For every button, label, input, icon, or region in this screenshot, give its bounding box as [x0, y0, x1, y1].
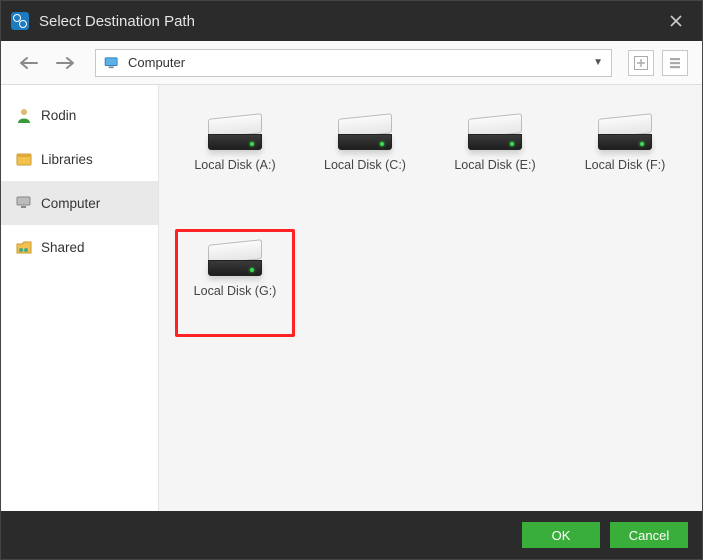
sidebar-item-rodin[interactable]: Rodin [1, 93, 158, 137]
path-box[interactable]: Computer ▼ [95, 49, 612, 77]
drive-item[interactable]: Local Disk (C:) [305, 103, 425, 211]
arrow-left-icon [19, 56, 39, 70]
chevron-down-icon[interactable]: ▼ [593, 57, 603, 68]
computer-small-icon [15, 194, 33, 212]
sidebar: Rodin Libraries Computer Shared [1, 85, 159, 511]
dialog-window: Select Destination Path Computer ▼ [0, 0, 703, 560]
content-area: Local Disk (A:) Local Disk (C:) Local Di… [159, 85, 702, 511]
sidebar-item-label: Computer [41, 196, 100, 211]
sidebar-item-shared[interactable]: Shared [1, 225, 158, 269]
libraries-icon [15, 150, 33, 168]
sidebar-item-libraries[interactable]: Libraries [1, 137, 158, 181]
user-icon [15, 106, 33, 124]
close-button[interactable] [656, 1, 696, 41]
drive-item[interactable]: Local Disk (E:) [435, 103, 555, 211]
dialog-title: Select Destination Path [39, 13, 195, 30]
plus-icon [634, 56, 648, 70]
current-path: Computer [128, 55, 585, 70]
new-folder-button[interactable] [628, 50, 654, 76]
disk-icon [208, 116, 262, 150]
disk-icon [598, 116, 652, 150]
list-view-icon [668, 56, 682, 70]
sidebar-item-computer[interactable]: Computer [1, 181, 158, 225]
cancel-button[interactable]: Cancel [610, 522, 688, 548]
view-mode-button[interactable] [662, 50, 688, 76]
back-button[interactable] [15, 49, 43, 77]
ok-button[interactable]: OK [522, 522, 600, 548]
sidebar-item-label: Shared [41, 240, 85, 255]
drive-item[interactable]: Local Disk (G:) [175, 229, 295, 337]
disk-icon [338, 116, 392, 150]
sidebar-item-label: Rodin [41, 108, 76, 123]
footer: OK Cancel [1, 511, 702, 559]
drive-item[interactable]: Local Disk (A:) [175, 103, 295, 211]
computer-icon [104, 57, 120, 69]
drive-label: Local Disk (G:) [194, 284, 277, 298]
arrow-right-icon [55, 56, 75, 70]
drive-label: Local Disk (A:) [194, 158, 275, 172]
drive-label: Local Disk (E:) [454, 158, 535, 172]
drive-label: Local Disk (F:) [585, 158, 666, 172]
drive-label: Local Disk (C:) [324, 158, 406, 172]
titlebar: Select Destination Path [1, 1, 702, 41]
drive-item[interactable]: Local Disk (F:) [565, 103, 685, 211]
app-icon [11, 12, 29, 30]
close-icon [670, 15, 682, 27]
forward-button[interactable] [51, 49, 79, 77]
disk-icon [468, 116, 522, 150]
shared-folder-icon [15, 238, 33, 256]
disk-icon [208, 242, 262, 276]
toolbar: Computer ▼ [1, 41, 702, 85]
sidebar-item-label: Libraries [41, 152, 93, 167]
dialog-body: Rodin Libraries Computer Shared [1, 85, 702, 511]
